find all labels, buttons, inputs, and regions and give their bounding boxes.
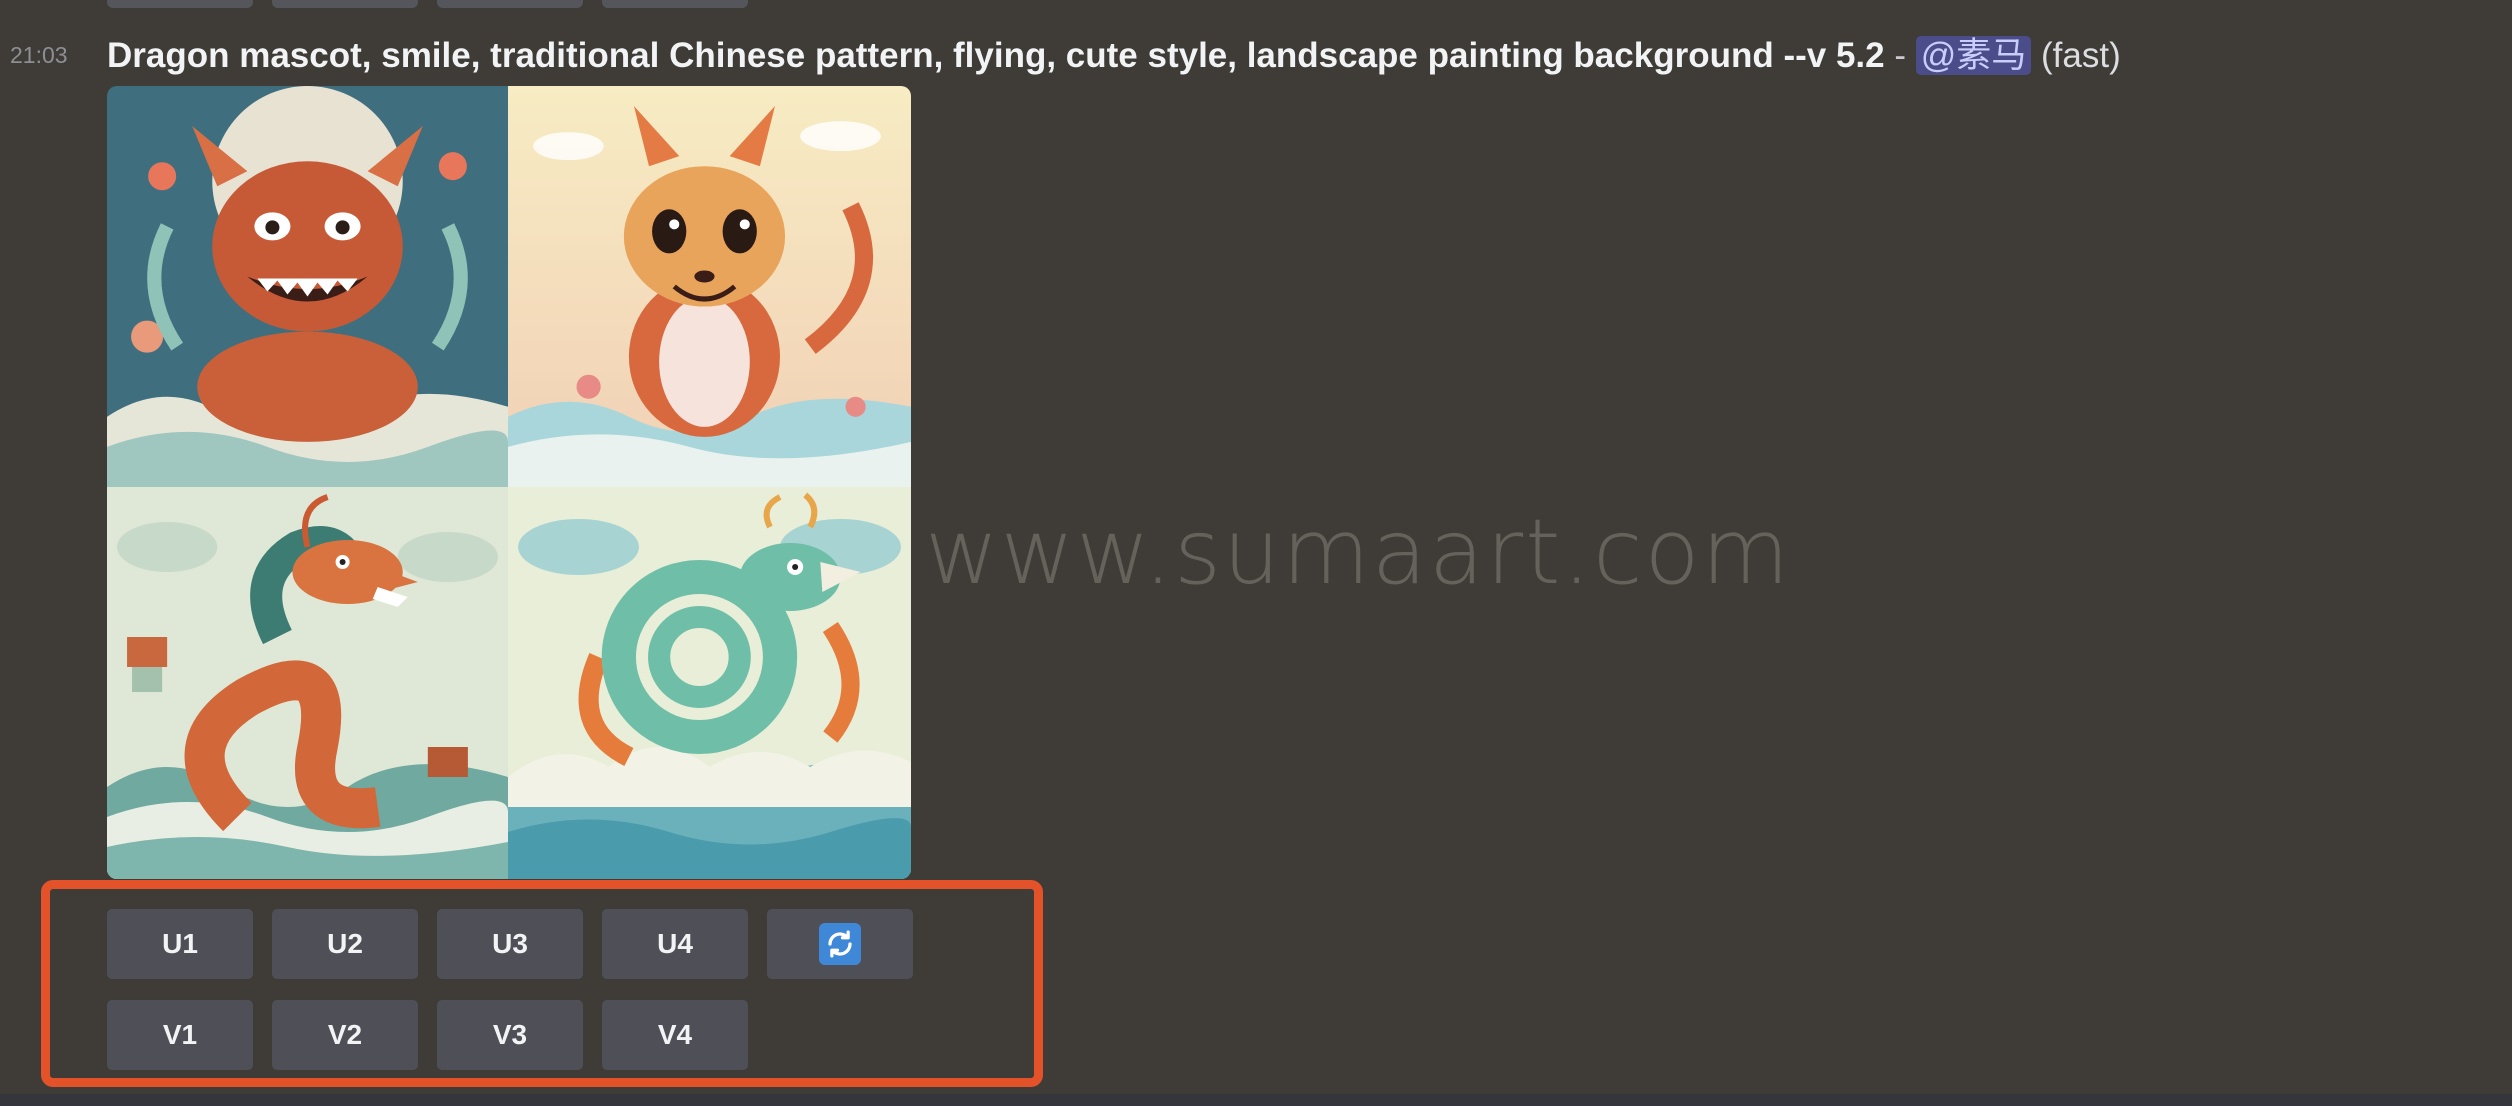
previous-button-stub[interactable] [107, 0, 253, 8]
teal-dragon-waves-image[interactable] [508, 487, 911, 879]
cute-fox-dragon-image[interactable] [508, 86, 911, 487]
prompt-text: Dragon mascot, smile, traditional Chines… [107, 36, 1885, 75]
message-timestamp: 21:03 [10, 42, 68, 68]
speed-label: (fast) [2041, 36, 2121, 75]
upscale-button-3[interactable]: U3 [437, 909, 583, 979]
previous-button-stub[interactable] [437, 0, 583, 8]
variation-button-1[interactable]: V1 [107, 1000, 253, 1070]
message-header: Dragon mascot, smile, traditional Chines… [107, 34, 2121, 78]
reroll-button[interactable] [767, 909, 913, 979]
separator: - [1894, 36, 1906, 75]
chat-page: 21:03 Dragon mascot, smile, traditional … [0, 0, 2512, 1106]
image-grid[interactable] [107, 86, 911, 879]
variation-button-2[interactable]: V2 [272, 1000, 418, 1070]
bottom-divider [0, 1094, 2512, 1106]
user-mention[interactable]: @素马 [1915, 36, 2032, 75]
upscale-button-2[interactable]: U2 [272, 909, 418, 979]
fierce-red-dragon-image[interactable] [107, 86, 508, 487]
variation-button-4[interactable]: V4 [602, 1000, 748, 1070]
watermark-text: www.sumaart.com [925, 500, 1792, 605]
upscale-button-4[interactable]: U4 [602, 909, 748, 979]
previous-button-stub[interactable] [602, 0, 748, 8]
variation-button-3[interactable]: V3 [437, 1000, 583, 1070]
upscale-button-1[interactable]: U1 [107, 909, 253, 979]
coiled-orange-dragon-image[interactable] [107, 487, 508, 879]
previous-button-stub[interactable] [272, 0, 418, 8]
refresh-icon [819, 923, 861, 965]
